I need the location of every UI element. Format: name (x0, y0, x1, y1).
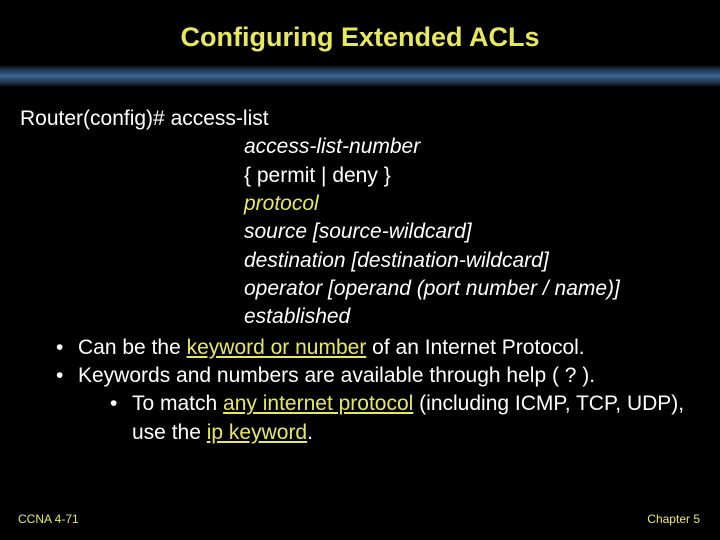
title-divider (0, 65, 720, 87)
footer-right: Chapter 5 (647, 512, 700, 526)
sub-bullet-post: . (307, 421, 313, 444)
command-param-protocol: protocol (20, 190, 700, 218)
bullet-text-post: of an Internet Protocol. (366, 336, 584, 359)
command-param-established: established (20, 303, 700, 331)
sub-bullet-hl2: ip keyword (207, 421, 307, 444)
sub-bullet-hl1: any internet protocol (223, 392, 413, 415)
bullet-item: Can be the keyword or number of an Inter… (50, 334, 700, 362)
sub-bullet-pre: To match (132, 392, 223, 415)
slide-title: Configuring Extended ACLs (0, 0, 720, 63)
command-param-destination: destination [destination-wildcard] (20, 247, 700, 275)
command-prompt-line: Router(config)# access-list (20, 105, 700, 133)
bullet-list: Can be the keyword or number of an Inter… (20, 334, 700, 447)
bullet-text-pre: Can be the (78, 336, 187, 359)
command-param-permit-deny: { permit | deny } (20, 162, 700, 190)
bullet-item: Keywords and numbers are available throu… (50, 362, 700, 447)
command-param-source: source [source-wildcard] (20, 218, 700, 246)
footer-left: CCNA 4-71 (18, 512, 79, 526)
command-param-operator: operator [operand (port number / name)] (20, 275, 700, 303)
command-param-acl-number: access-list-number (20, 133, 700, 161)
slide-content: Router(config)# access-list access-list-… (0, 87, 720, 447)
bullet-text-pre: Keywords and numbers are available throu… (78, 364, 595, 387)
sub-bullet-item: To match any internet protocol (includin… (104, 390, 700, 447)
slide: Configuring Extended ACLs Router(config)… (0, 0, 720, 540)
sub-bullet-list: To match any internet protocol (includin… (78, 390, 700, 447)
bullet-highlight: keyword or number (187, 336, 367, 359)
